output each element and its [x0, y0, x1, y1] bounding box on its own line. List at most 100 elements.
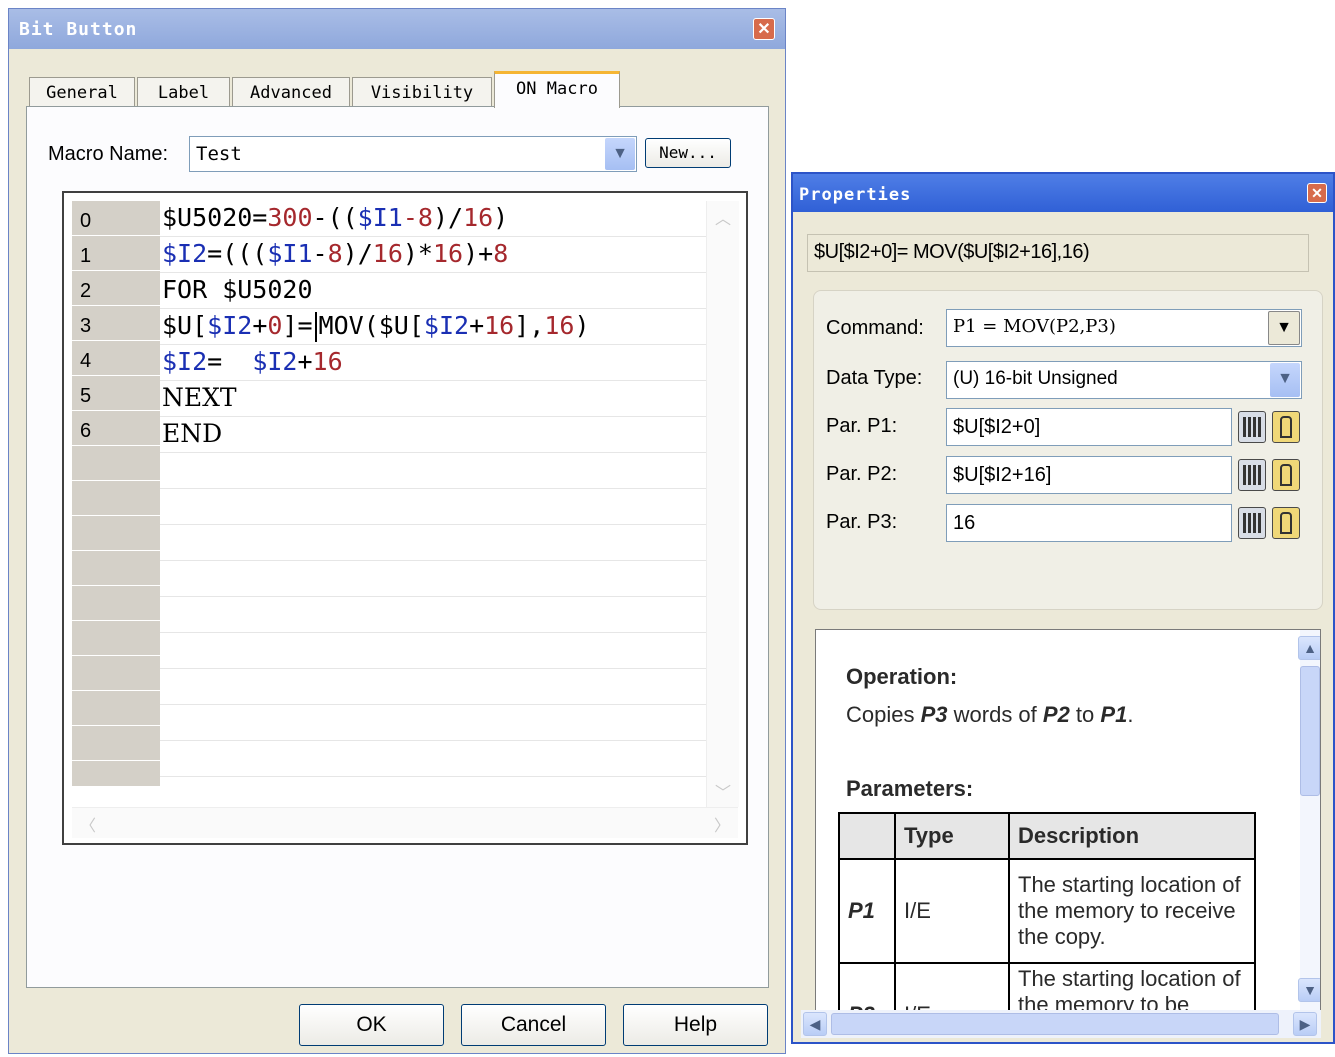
help-button[interactable]: Help: [623, 1004, 768, 1046]
code-line[interactable]: NEXT: [160, 381, 706, 417]
editor-vertical-scrollbar[interactable]: ︿ ﹀: [706, 201, 739, 807]
param-name: P1: [838, 858, 896, 964]
help-horizontal-scrollbar[interactable]: ◀ ▶: [801, 1010, 1321, 1038]
parameters-heading: Parameters:: [846, 776, 974, 801]
tab-general[interactable]: General: [29, 77, 135, 107]
line-number-empty: [72, 621, 160, 656]
tab-on-macro[interactable]: ON Macro: [494, 71, 620, 108]
line-number-empty: [72, 446, 160, 481]
scroll-down-icon[interactable]: ▼: [1298, 978, 1320, 1002]
code-line[interactable]: $I2= $I2+16: [160, 345, 706, 381]
line-number-empty: [72, 761, 160, 787]
param-description: The starting location of the memory to r…: [1008, 858, 1256, 964]
on-macro-panel: Macro Name: Test ▼ New... 0 1 2 3 4 5 6: [26, 106, 769, 988]
scroll-right-icon[interactable]: 〉: [714, 812, 730, 836]
scroll-thumb[interactable]: [831, 1013, 1279, 1035]
table-row: P1 I/E The starting location of the memo…: [838, 858, 1256, 964]
param-type: I/E: [894, 858, 1010, 964]
data-type-value: (U) 16-bit Unsigned: [953, 368, 1118, 389]
tab-advanced[interactable]: Advanced: [232, 77, 350, 107]
tab-visibility[interactable]: Visibility: [352, 77, 492, 107]
code-line-empty[interactable]: [160, 669, 706, 705]
code-line[interactable]: $I2=((($I1-8)/16)*16)+8: [160, 237, 706, 273]
text-caret: [314, 312, 317, 342]
cancel-button[interactable]: Cancel: [461, 1004, 606, 1046]
p2-label: Par. P2:: [826, 463, 898, 485]
chevron-down-icon[interactable]: ▼: [605, 138, 635, 170]
scroll-left-icon[interactable]: 〈: [80, 812, 96, 836]
scroll-thumb[interactable]: [1300, 666, 1320, 796]
code-line-empty[interactable]: [160, 525, 706, 561]
code-line-empty[interactable]: [160, 741, 706, 777]
scroll-up-icon[interactable]: ︿: [715, 205, 731, 229]
chevron-down-icon[interactable]: ▼: [1270, 363, 1300, 397]
code-line[interactable]: $U[$I2+0]= MOV($U[$I2+16],16): [160, 309, 706, 345]
scroll-left-icon[interactable]: ◀: [803, 1012, 827, 1036]
p2-input[interactable]: $U[$I2+16]: [946, 456, 1232, 494]
macro-name-value: Test: [196, 143, 242, 165]
line-number-empty: [72, 586, 160, 621]
operation-text: Copies P3 words of P2 to P1.: [846, 702, 1134, 727]
macro-name-select[interactable]: Test ▼: [189, 136, 637, 172]
table-header: Description: [1008, 812, 1256, 860]
data-type-select[interactable]: (U) 16-bit Unsigned ▼: [946, 361, 1302, 399]
p1-label: Par. P1:: [826, 415, 898, 437]
command-value: P1 = MOV(P2,P3): [953, 316, 1116, 337]
line-number-empty: [72, 551, 160, 586]
bit-button-dialog: Bit Button ✕ General Label Advanced Visi…: [8, 8, 786, 1054]
parameters-table: Type Description P1 I/E The starting loc…: [838, 812, 1256, 1033]
code-line-empty[interactable]: [160, 561, 706, 597]
code-line[interactable]: FOR $U5020: [160, 273, 706, 309]
line-number: 2: [72, 271, 160, 306]
line-number-empty: [72, 656, 160, 691]
table-header: Type: [894, 812, 1010, 860]
close-icon[interactable]: ✕: [753, 18, 775, 40]
editor-horizontal-scrollbar[interactable]: 〈 〉: [72, 807, 738, 838]
code-line-empty[interactable]: [160, 633, 706, 669]
table-header: [838, 812, 896, 860]
line-number: 1: [72, 236, 160, 271]
properties-window: Properties ✕ $U[$I2+0]= MOV($U[$I2+16],1…: [791, 172, 1335, 1044]
calculator-icon[interactable]: [1238, 507, 1266, 539]
code-line-empty[interactable]: [160, 453, 706, 489]
tag-browse-icon[interactable]: [1272, 411, 1300, 443]
expression-display: $U[$I2+0]= MOV($U[$I2+16],16): [807, 234, 1309, 272]
command-select[interactable]: P1 = MOV(P2,P3) ▼: [946, 309, 1302, 347]
code-line-empty[interactable]: [160, 489, 706, 525]
properties-title: Properties: [799, 185, 912, 205]
line-number-gutter: 0 1 2 3 4 5 6: [72, 201, 160, 787]
ok-button[interactable]: OK: [299, 1004, 444, 1046]
calculator-icon[interactable]: [1238, 459, 1266, 491]
close-icon[interactable]: ✕: [1307, 183, 1327, 203]
operation-heading: Operation:: [846, 664, 958, 689]
macro-code-editor[interactable]: 0 1 2 3 4 5 6 $U5020=300-(($I1-8)/16) $I…: [62, 191, 748, 845]
line-number: 0: [72, 201, 160, 236]
help-vertical-scrollbar[interactable]: ▲ ▼: [1298, 630, 1320, 1010]
code-line-empty[interactable]: [160, 705, 706, 741]
data-type-label: Data Type:: [826, 367, 923, 389]
chevron-down-icon[interactable]: ▼: [1268, 311, 1300, 345]
parameters-group: Command: P1 = MOV(P2,P3) ▼ Data Type: (U…: [813, 290, 1323, 610]
code-line-empty[interactable]: [160, 597, 706, 633]
tag-browse-icon[interactable]: [1272, 459, 1300, 491]
p1-input[interactable]: $U[$I2+0]: [946, 408, 1232, 446]
scroll-down-icon[interactable]: ﹀: [715, 779, 731, 803]
line-number-empty: [72, 726, 160, 761]
tab-label[interactable]: Label: [137, 77, 230, 107]
code-line[interactable]: END: [160, 417, 706, 453]
p3-input[interactable]: 16: [946, 504, 1232, 542]
calculator-icon[interactable]: [1238, 411, 1266, 443]
scroll-up-icon[interactable]: ▲: [1298, 636, 1320, 660]
line-number: 5: [72, 376, 160, 411]
help-pane[interactable]: Operation: Copies P3 words of P2 to P1. …: [815, 629, 1321, 1034]
line-number: 3: [72, 306, 160, 341]
properties-titlebar[interactable]: Properties ✕: [793, 174, 1333, 212]
new-macro-button[interactable]: New...: [645, 138, 731, 168]
scroll-right-icon[interactable]: ▶: [1293, 1012, 1317, 1036]
tag-browse-icon[interactable]: [1272, 507, 1300, 539]
code-line[interactable]: $U5020=300-(($I1-8)/16): [160, 201, 706, 237]
p3-label: Par. P3:: [826, 511, 898, 533]
bit-button-titlebar[interactable]: Bit Button ✕: [9, 9, 785, 49]
line-number-empty: [72, 691, 160, 726]
line-number: 4: [72, 341, 160, 376]
